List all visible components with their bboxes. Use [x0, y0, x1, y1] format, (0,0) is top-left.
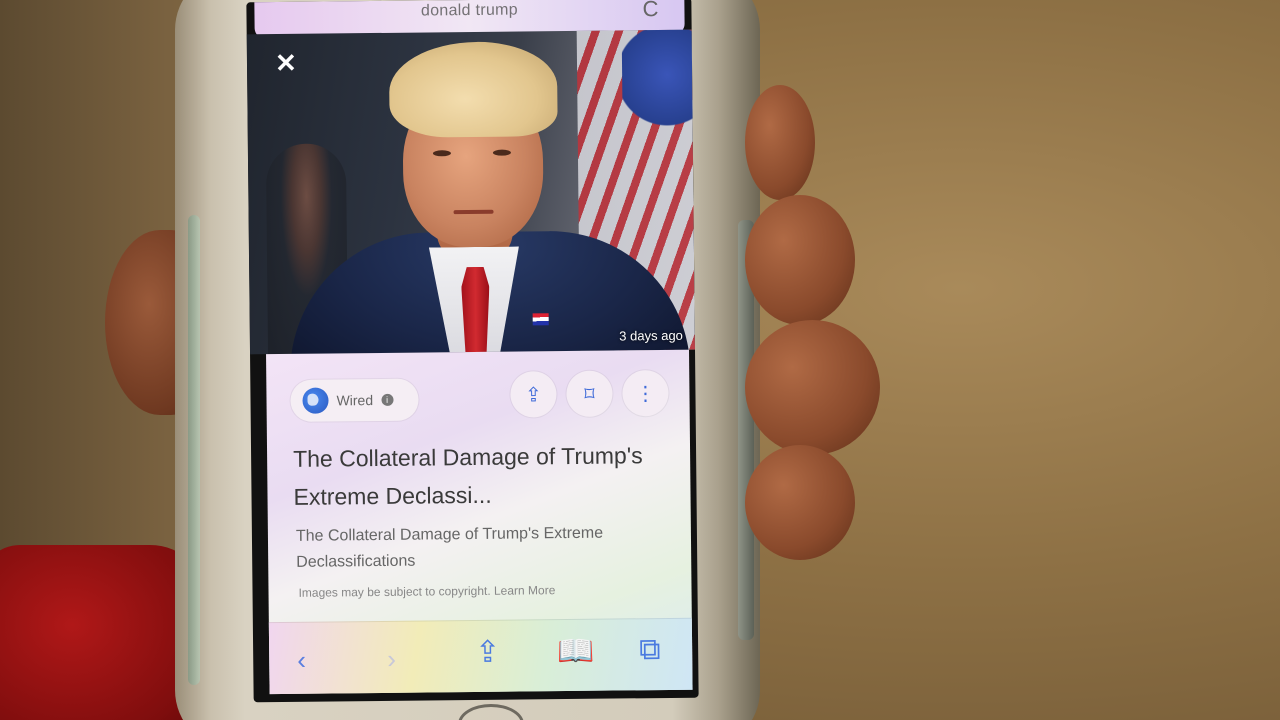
safari-toolbar: ‹ › ⇪ 📖 ⧉ [268, 617, 693, 695]
bookmark-button[interactable]: ⌑ [566, 370, 613, 418]
copyright-text: Images may be subject to copyright. [298, 583, 491, 600]
share-button[interactable]: ⇪ [510, 371, 557, 418]
article-title[interactable]: The Collateral Damage of Trump's Extreme… [293, 436, 664, 516]
result-card: Wired i ⇪ ⌑ ⋮ The Collateral Damage of T… [266, 349, 693, 695]
share-icon: ⇪ [524, 383, 542, 406]
finger-2 [745, 195, 855, 325]
article-subtitle: The Collateral Damage of Trump's Extreme… [295, 524, 604, 571]
flag-pin [532, 313, 549, 326]
bookmarks-icon[interactable]: 📖 [557, 634, 595, 669]
forward-icon[interactable]: › [387, 644, 396, 675]
close-icon[interactable]: ✕ [275, 48, 297, 79]
finger-1 [745, 85, 815, 200]
red-tie [461, 267, 490, 355]
flag-emblem [621, 29, 696, 131]
finger-3 [745, 320, 880, 455]
bookmark-icon: ⌑ [584, 383, 595, 406]
more-icon: ⋮ [635, 382, 656, 405]
reload-icon[interactable]: C [642, 0, 658, 22]
hair [388, 41, 558, 138]
url-text: donald trump [420, 1, 519, 20]
phone-side-edge [188, 215, 200, 685]
more-button[interactable]: ⋮ [622, 369, 669, 417]
mouth [453, 209, 494, 215]
finger-4 [745, 445, 855, 560]
learn-more-link[interactable]: Learn More [494, 583, 556, 598]
info-icon[interactable]: i [381, 393, 394, 406]
timestamp: 3 days ago [619, 327, 683, 344]
tabs-icon[interactable]: ⧉ [639, 633, 661, 667]
news-photo [246, 29, 696, 355]
source-name: Wired [336, 392, 374, 409]
share-icon[interactable]: ⇪ [475, 635, 501, 670]
copyright-note: Images may be subject to copyright. Lear… [298, 583, 555, 600]
globe-icon [302, 387, 329, 414]
back-icon[interactable]: ‹ [297, 645, 306, 676]
source-chip[interactable]: Wired i [290, 378, 419, 422]
phone-screen: donald trump C ✕ 3 days ago Wired i ⇪ ⌑ [246, 0, 699, 703]
